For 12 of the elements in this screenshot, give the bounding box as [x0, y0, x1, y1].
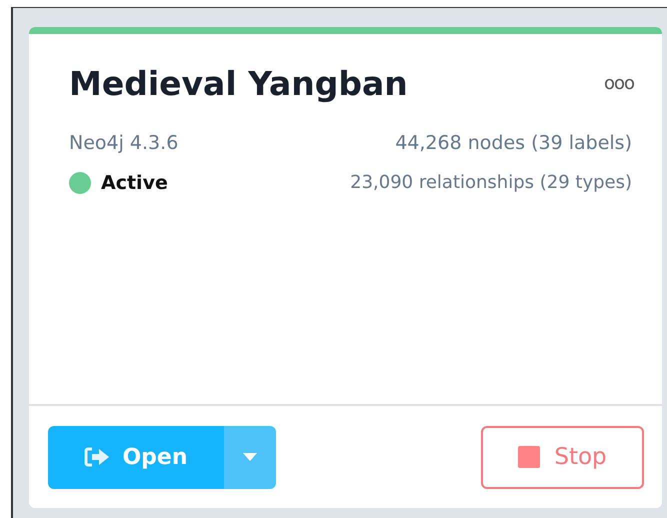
open-button[interactable]: Open	[48, 426, 224, 488]
relationship-count: 23,090 relationships (29 types)	[349, 171, 632, 195]
version-label: Neo4j 4.3.6	[69, 131, 178, 156]
status-label: Active	[101, 171, 168, 196]
caret-icon	[243, 453, 257, 461]
sign-in-icon	[84, 446, 110, 468]
database-title: Medieval Yangban	[69, 63, 408, 105]
more-menu-button[interactable]: ooo	[604, 70, 634, 97]
node-count: 44,268 nodes (39 labels)	[394, 131, 632, 156]
stop-icon	[518, 446, 540, 468]
dropdown-button[interactable]	[224, 426, 276, 488]
stop-button[interactable]: Stop	[481, 426, 644, 488]
